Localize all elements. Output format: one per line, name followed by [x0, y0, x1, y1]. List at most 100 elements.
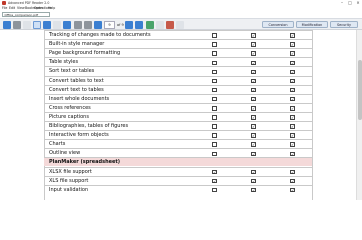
tab-security[interactable]: Security [330, 21, 358, 28]
checked-box-icon: ✓ [251, 60, 256, 66]
unchecked-box-icon [212, 78, 217, 84]
print-icon[interactable] [13, 21, 21, 29]
vertical-scrollbar[interactable] [356, 30, 362, 200]
previous-page-icon[interactable] [84, 21, 92, 29]
checked-box-icon: ✓ [290, 169, 295, 175]
unchecked-box-icon [212, 51, 217, 56]
table-row: Charts ✓ ✓ [44, 139, 312, 148]
document-path-field[interactable]: Office_comparison.pdf [2, 12, 50, 17]
unchecked-box-icon [212, 115, 217, 120]
scrollbar-thumb[interactable] [358, 60, 362, 120]
attachment-icon[interactable] [176, 21, 184, 29]
table-row: XLS file support ✓ ✓ ✓ [44, 175, 312, 185]
checked-box-icon: ✓ [251, 42, 256, 48]
table-row: Input validation ✓ ✓ [44, 184, 312, 194]
unchecked-box-icon [212, 33, 217, 38]
checked-box-icon: ✓ [251, 69, 256, 75]
checked-box-icon: ✓ [251, 87, 256, 93]
open-icon[interactable] [3, 21, 11, 29]
table-row: Built-in style manager ✓ ✓ [44, 39, 312, 48]
checked-box-icon: ✓ [290, 133, 295, 139]
unchecked-box-icon [212, 106, 217, 111]
unchecked-box-icon [212, 124, 217, 129]
checked-box-icon: ✓ [290, 142, 295, 148]
checked-box-icon: ✓ [290, 115, 295, 121]
toolbar: 9 of 9 Conversion Modification Security [0, 18, 362, 30]
unchecked-box-icon [212, 60, 217, 66]
checked-box-icon: ✓ [290, 78, 295, 84]
menu-view[interactable]: View [17, 6, 25, 11]
checked-box-icon: ✓ [212, 169, 217, 175]
row-label: Input validation [49, 186, 89, 193]
table-row: Interactive form objects ✓ ✓ [44, 130, 312, 139]
save-icon[interactable] [23, 21, 31, 29]
document-path-text: Office_comparison.pdf [4, 13, 39, 17]
search-icon[interactable] [156, 21, 164, 29]
checked-box-icon: ✓ [290, 60, 295, 66]
checked-box-icon: ✓ [251, 96, 256, 102]
checked-box-icon: ✓ [251, 133, 256, 139]
unchecked-box-icon [212, 133, 217, 138]
checked-box-icon: ✓ [251, 169, 256, 175]
select-tool-icon[interactable] [43, 21, 51, 29]
checked-box-icon: ✓ [290, 51, 295, 57]
tab-conversion[interactable]: Conversion [262, 21, 294, 28]
checked-box-icon: ✓ [251, 187, 256, 193]
checked-box-icon: ✓ [290, 106, 295, 112]
checked-box-icon: ✓ [290, 33, 295, 39]
tab-modification[interactable]: Modification [296, 21, 328, 28]
table-row: Tracking of changes made to documents ✓ ✓ [44, 30, 312, 39]
menu-file[interactable]: File [2, 6, 7, 11]
zoom-icon[interactable] [53, 21, 61, 29]
page-number-input[interactable]: 9 [104, 21, 115, 29]
table-row: Convert tables to text ✓ ✓ [44, 75, 312, 85]
checked-box-icon: ✓ [251, 124, 256, 130]
table-row: XLSX file support ✓ ✓ ✓ [44, 166, 312, 176]
annotate-icon[interactable] [166, 21, 174, 29]
checked-box-icon: ✓ [290, 87, 295, 93]
fit-page-icon[interactable] [63, 21, 71, 29]
table-row: Sort text or tables ✓ ✓ [44, 66, 312, 75]
table-row: Insert whole documents ✓ ✓ [44, 93, 312, 103]
table-row: Picture captions ✓ ✓ [44, 111, 312, 121]
section-header-row: PlanMaker (spreadsheet) [44, 157, 312, 167]
unchecked-box-icon [212, 42, 217, 47]
table-border-right [312, 30, 313, 200]
menu-bar: File Edit View Bookmarks Operations Help [0, 6, 362, 11]
rotate-icon[interactable] [146, 21, 154, 29]
checked-box-icon: ✓ [251, 78, 256, 84]
checked-box-icon: ✓ [290, 124, 295, 130]
table-row: Outline view ✓ ✓ [44, 148, 312, 157]
table-row: Convert text to tables ✓ ✓ [44, 84, 312, 94]
app-icon [2, 1, 6, 5]
unchecked-box-icon [212, 87, 217, 93]
checked-box-icon: ✓ [290, 96, 295, 102]
first-page-icon[interactable] [74, 21, 82, 29]
hand-tool-icon[interactable] [33, 21, 41, 29]
table-row: Cross references ✓ ✓ [44, 102, 312, 112]
unchecked-box-icon [212, 69, 217, 75]
unchecked-box-icon [212, 151, 217, 157]
checked-box-icon: ✓ [290, 69, 295, 75]
checked-box-icon: ✓ [251, 33, 256, 39]
table-row: Page background formatting ✓ ✓ [44, 48, 312, 57]
next-page-icon[interactable] [94, 21, 102, 29]
checked-box-icon: ✓ [290, 151, 295, 157]
checked-box-icon: ✓ [251, 151, 256, 157]
table-row: Table styles ✓ ✓ [44, 57, 312, 66]
checked-box-icon: ✓ [251, 142, 256, 148]
unchecked-box-icon [212, 187, 217, 193]
checked-box-icon: ✓ [251, 106, 256, 112]
menu-edit[interactable]: Edit [9, 6, 15, 11]
checked-box-icon: ✓ [290, 42, 295, 48]
checked-box-icon: ✓ [290, 187, 295, 193]
checked-box-icon: ✓ [251, 178, 256, 184]
unchecked-box-icon [212, 96, 217, 102]
zoom-in-icon[interactable] [135, 21, 143, 29]
checked-box-icon: ✓ [212, 178, 217, 184]
page-total-label: of 9 [117, 23, 124, 27]
zoom-out-icon[interactable] [125, 21, 133, 29]
menu-help[interactable]: Help [48, 6, 55, 11]
checked-box-icon: ✓ [251, 115, 256, 121]
table-row: Bibliographies, tables of figures ✓ ✓ [44, 121, 312, 130]
